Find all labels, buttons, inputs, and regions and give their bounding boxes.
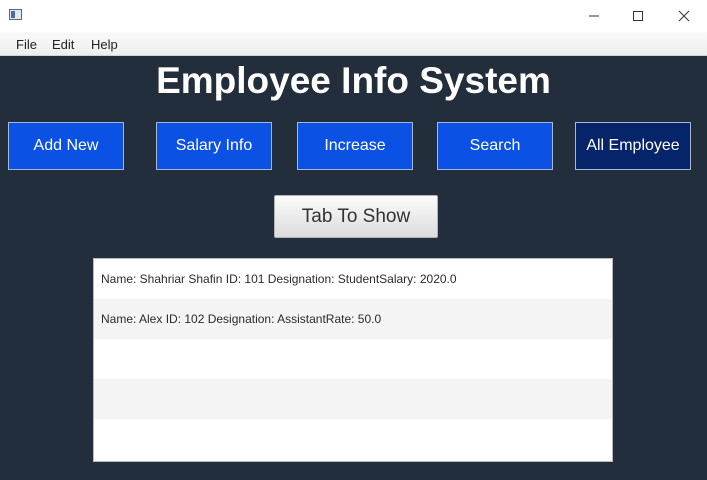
app-window-icon	[9, 9, 22, 20]
minimize-button[interactable]	[571, 0, 617, 32]
list-item[interactable]	[94, 419, 612, 459]
tab-to-show-button[interactable]: Tab To Show	[274, 195, 438, 238]
all-employee-button[interactable]: All Employee	[575, 122, 691, 170]
minimize-icon	[589, 15, 599, 17]
list-item[interactable]: Name: Alex ID: 102 Designation: Assistan…	[94, 299, 612, 339]
employee-list[interactable]: Name: Shahriar Shafin ID: 101 Designatio…	[93, 258, 613, 462]
close-button[interactable]	[661, 0, 707, 32]
menu-file[interactable]: File	[16, 37, 37, 52]
title-bar	[0, 0, 707, 32]
increase-button[interactable]: Increase	[297, 122, 413, 170]
maximize-icon	[633, 11, 643, 21]
salary-info-button[interactable]: Salary Info	[156, 122, 272, 170]
maximize-button[interactable]	[615, 0, 661, 32]
main-panel: Employee Info System Add New Salary Info…	[0, 56, 707, 480]
search-button[interactable]: Search	[437, 122, 553, 170]
list-item[interactable]	[94, 339, 612, 379]
menu-help[interactable]: Help	[91, 37, 118, 52]
list-item[interactable]	[94, 379, 612, 419]
menu-edit[interactable]: Edit	[52, 37, 74, 52]
close-icon	[678, 10, 690, 22]
page-title: Employee Info System	[156, 60, 551, 101]
menu-bar: File Edit Help	[0, 32, 707, 56]
list-item[interactable]: Name: Shahriar Shafin ID: 101 Designatio…	[94, 259, 612, 299]
add-new-button[interactable]: Add New	[8, 122, 124, 170]
